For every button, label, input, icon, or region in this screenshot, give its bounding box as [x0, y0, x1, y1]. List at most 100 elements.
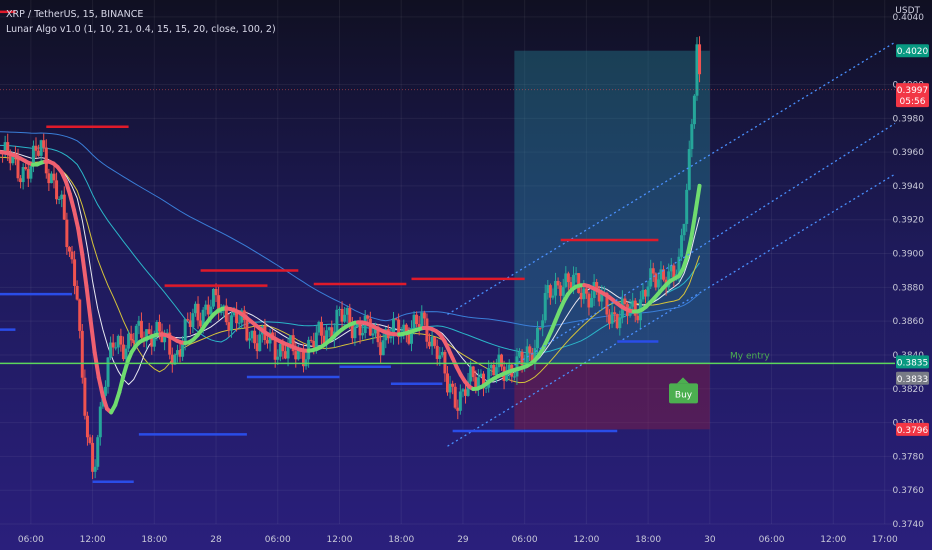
candle-body: [453, 386, 457, 408]
candle-body: [685, 189, 689, 224]
x-tick-label: 12:00: [327, 535, 353, 545]
candle-body: [47, 173, 51, 184]
candle-body: [692, 95, 696, 125]
candle-body: [55, 180, 59, 200]
candle-body: [680, 235, 684, 257]
y-tick-label: 0.3760: [893, 486, 925, 496]
candle-body: [358, 322, 362, 336]
candle-body: [649, 268, 653, 287]
candle-body: [417, 324, 421, 327]
candle-body: [451, 383, 455, 387]
chart-area[interactable]: My entryBuy0.40400.40000.39800.39600.394…: [0, 0, 932, 550]
candle-body: [371, 333, 375, 336]
candle-body: [19, 178, 23, 183]
candle-body: [407, 334, 411, 344]
price-label-text: 0.3833: [897, 375, 929, 385]
candle-body: [389, 336, 393, 339]
candle-body: [484, 387, 488, 389]
candle-body: [237, 322, 241, 324]
candle-body: [456, 407, 460, 411]
candle-body: [337, 308, 341, 310]
symbol-title[interactable]: XRP / TetherUS, 15, BINANCE: [6, 9, 143, 20]
x-tick-label: 18:00: [141, 535, 167, 545]
candle-body: [127, 333, 131, 349]
candle-body: [34, 145, 38, 151]
candle-body: [584, 288, 588, 294]
candle-body: [93, 466, 97, 472]
y-tick-label: 0.3960: [893, 148, 925, 158]
candle-body: [474, 377, 478, 389]
candle-body: [37, 150, 41, 156]
candle-body: [186, 319, 190, 321]
candle-body: [379, 342, 383, 356]
candle-body: [196, 303, 200, 321]
candle-body: [479, 373, 483, 378]
candle-body: [577, 273, 581, 293]
candle-body: [381, 340, 385, 356]
candle-body: [106, 357, 110, 387]
candle-body: [132, 340, 136, 344]
candle-body: [309, 339, 313, 341]
candle-body: [204, 304, 208, 310]
candle-body: [587, 293, 591, 308]
candle-body: [134, 325, 138, 344]
candle-body: [250, 330, 254, 339]
candle-body: [687, 149, 691, 190]
candle-body: [191, 313, 195, 327]
candle-body: [183, 319, 187, 343]
candle-body: [471, 366, 475, 378]
candle-body: [57, 198, 61, 200]
candle-body: [327, 327, 331, 331]
price-label-text: 0.3796: [897, 426, 929, 436]
candle-body: [188, 320, 192, 327]
y-tick-label: 0.3900: [893, 250, 925, 260]
y-tick-label: 0.3880: [893, 283, 925, 293]
candle-body: [96, 437, 100, 467]
candle-body: [247, 338, 251, 341]
candle-body: [682, 223, 686, 236]
candle-body: [427, 341, 431, 347]
candle-body: [500, 354, 504, 367]
entry-annotation: My entry: [730, 351, 770, 361]
trend-ribbon-segment: [63, 179, 72, 197]
x-tick-label: 30: [704, 535, 716, 545]
candle-body: [633, 300, 637, 316]
candle-body: [335, 309, 339, 332]
candle-body: [343, 314, 347, 322]
candle-body: [289, 335, 293, 344]
candle-body: [518, 352, 522, 357]
candle-body: [440, 351, 444, 356]
candle-body: [91, 442, 95, 472]
candle-body: [116, 335, 120, 348]
x-tick-label: 12:00: [80, 535, 106, 545]
candle-body: [615, 314, 619, 329]
candle-body: [317, 321, 321, 333]
candle-body: [646, 286, 650, 297]
candle-body: [541, 320, 545, 328]
candle-body: [199, 320, 203, 327]
x-tick-label: 06:00: [265, 535, 291, 545]
trend-ribbon-segment: [84, 283, 93, 322]
candle-body: [283, 351, 287, 359]
candle-body: [229, 315, 233, 331]
y-tick-label: 0.3920: [893, 216, 925, 226]
candle-body: [546, 285, 550, 293]
candle-body: [497, 354, 501, 368]
candle-body: [613, 312, 617, 315]
candle-body: [109, 342, 113, 358]
candle-body: [366, 315, 370, 319]
candle-body: [211, 288, 215, 307]
indicator-label[interactable]: Lunar Algo v1.0 (1, 10, 21, 0.4, 15, 15,…: [6, 24, 276, 35]
y-tick-label: 0.3820: [893, 385, 925, 395]
price-chart[interactable]: My entryBuy0.40400.40000.39800.39600.394…: [0, 0, 932, 550]
trend-ribbon-segment: [96, 375, 105, 399]
candle-body: [124, 348, 128, 360]
candle-body: [559, 285, 563, 296]
candle-body: [458, 391, 462, 411]
candle-body: [114, 347, 118, 349]
candle-body: [644, 289, 648, 297]
candle-body: [253, 330, 257, 344]
candle-body: [139, 320, 143, 338]
candle-body: [623, 298, 627, 305]
x-tick-label: 18:00: [635, 535, 661, 545]
